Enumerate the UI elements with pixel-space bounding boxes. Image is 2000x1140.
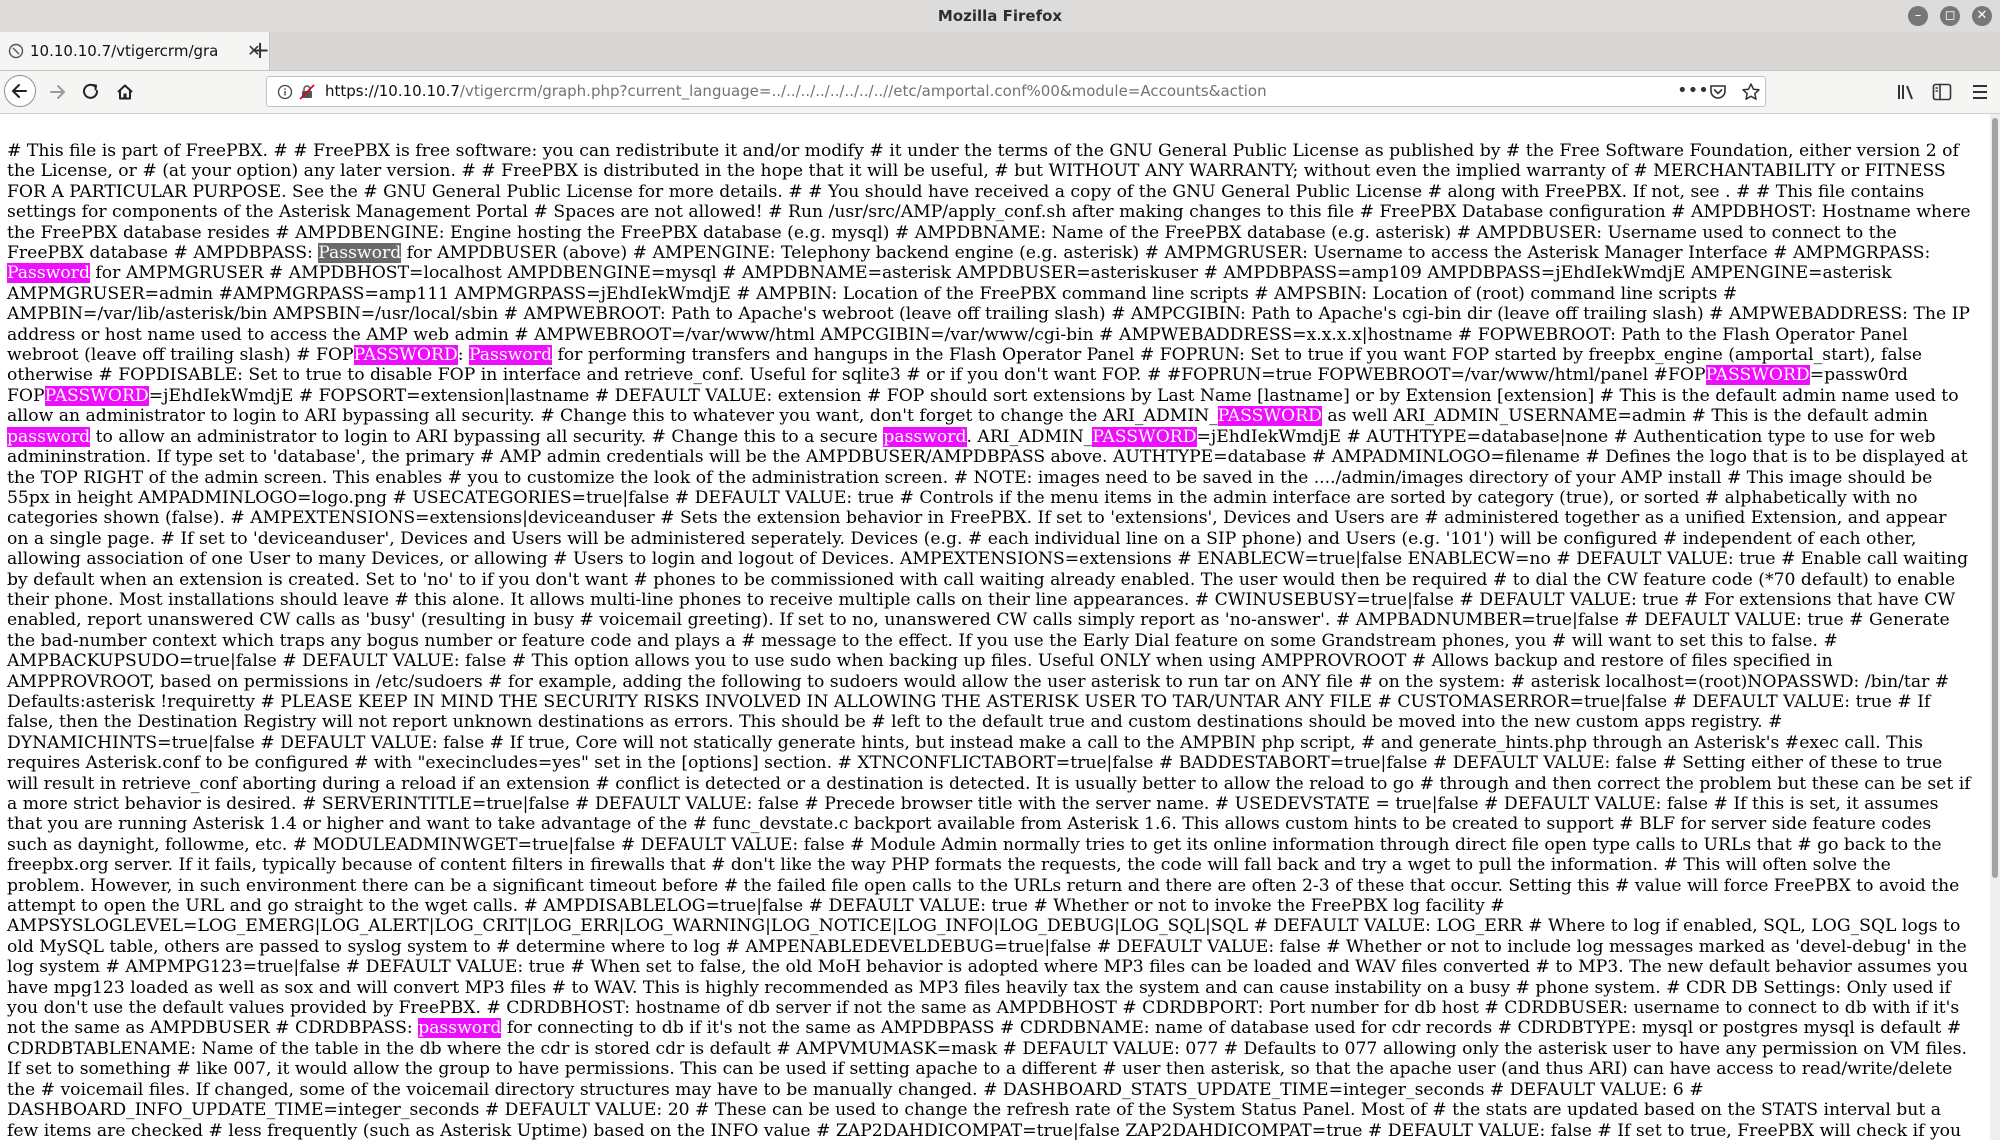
search-highlight: PASSWORD: [44, 385, 149, 406]
maximize-button[interactable]: ◻: [1940, 6, 1960, 26]
info-icon[interactable]: [277, 84, 293, 100]
search-highlight: password: [418, 1018, 502, 1039]
home-button[interactable]: [110, 77, 140, 107]
url-bar[interactable]: https://10.10.10.7/vtigercrm/graph.php?c…: [266, 76, 1766, 107]
reload-icon: [83, 83, 99, 99]
page-content[interactable]: # This file is part of FreePBX. # # Free…: [0, 114, 1990, 1140]
minimize-button[interactable]: –: [1908, 6, 1928, 26]
window-title: Mozilla Firefox: [937, 7, 1063, 25]
url-host: https://10.10.10.7: [325, 82, 460, 100]
forward-button[interactable]: [42, 77, 72, 107]
lock-icon[interactable]: [299, 84, 315, 100]
tab-active[interactable]: 10.10.10.7/vtigercrm/gra ✕: [0, 32, 270, 70]
search-highlight: password: [7, 426, 91, 447]
globe-icon: [8, 43, 24, 59]
search-highlight: PASSWORD: [1217, 406, 1322, 427]
search-highlight: Password: [469, 345, 552, 366]
arrow-left-icon: [12, 84, 27, 98]
navigation-toolbar: https://10.10.10.7/vtigercrm/graph.php?c…: [0, 71, 2000, 114]
tab-title: 10.10.10.7/vtigercrm/gra: [30, 42, 219, 60]
search-highlight: Password: [318, 243, 402, 264]
close-window-button[interactable]: ✕: [1972, 6, 1992, 26]
search-highlight: Password: [7, 263, 90, 284]
pocket-icon[interactable]: [1709, 83, 1727, 101]
tab-strip: 10.10.10.7/vtigercrm/gra ✕ +: [0, 32, 2000, 71]
search-highlight: password: [883, 426, 967, 447]
arrow-right-icon: [50, 85, 65, 99]
config-file-text: # This file is part of FreePBX. # # Free…: [0, 114, 1972, 1140]
text-run: for AMPDBUSER (above) # AMPENGINE: Telep…: [401, 243, 1931, 264]
back-button[interactable]: [4, 75, 36, 107]
home-icon: [117, 84, 133, 100]
search-highlight: PASSWORD: [353, 345, 458, 366]
new-tab-button[interactable]: +: [246, 32, 274, 70]
text-run: :: [457, 345, 470, 366]
text-run: to allow an administrator to login to AR…: [90, 426, 884, 447]
search-highlight: PASSWORD: [1705, 365, 1810, 386]
star-icon[interactable]: [1741, 82, 1761, 102]
url-path: /vtigercrm/graph.php?current_language=..…: [459, 82, 1267, 100]
reload-button[interactable]: [76, 77, 106, 107]
sidebar-icon[interactable]: [1932, 83, 1952, 101]
text-run: . ARI_ADMIN_: [966, 426, 1093, 447]
hamburger-icon[interactable]: [1970, 83, 1990, 101]
window-titlebar: Mozilla Firefox – ◻ ✕: [0, 0, 2000, 32]
more-icon[interactable]: •••: [1677, 77, 1709, 105]
url-text[interactable]: https://10.10.10.7/vtigercrm/graph.php?c…: [325, 77, 1267, 106]
scrollbar-thumb[interactable]: [1992, 118, 1998, 878]
text-run: as well ARI_ADMIN_USERNAME=admin # This …: [1321, 406, 1928, 427]
text-run: =jEhdIekWmdjE # AUTHTYPE=database|none #…: [7, 426, 1971, 1039]
search-highlight: PASSWORD: [1092, 426, 1197, 447]
library-icon[interactable]: [1896, 82, 1916, 102]
